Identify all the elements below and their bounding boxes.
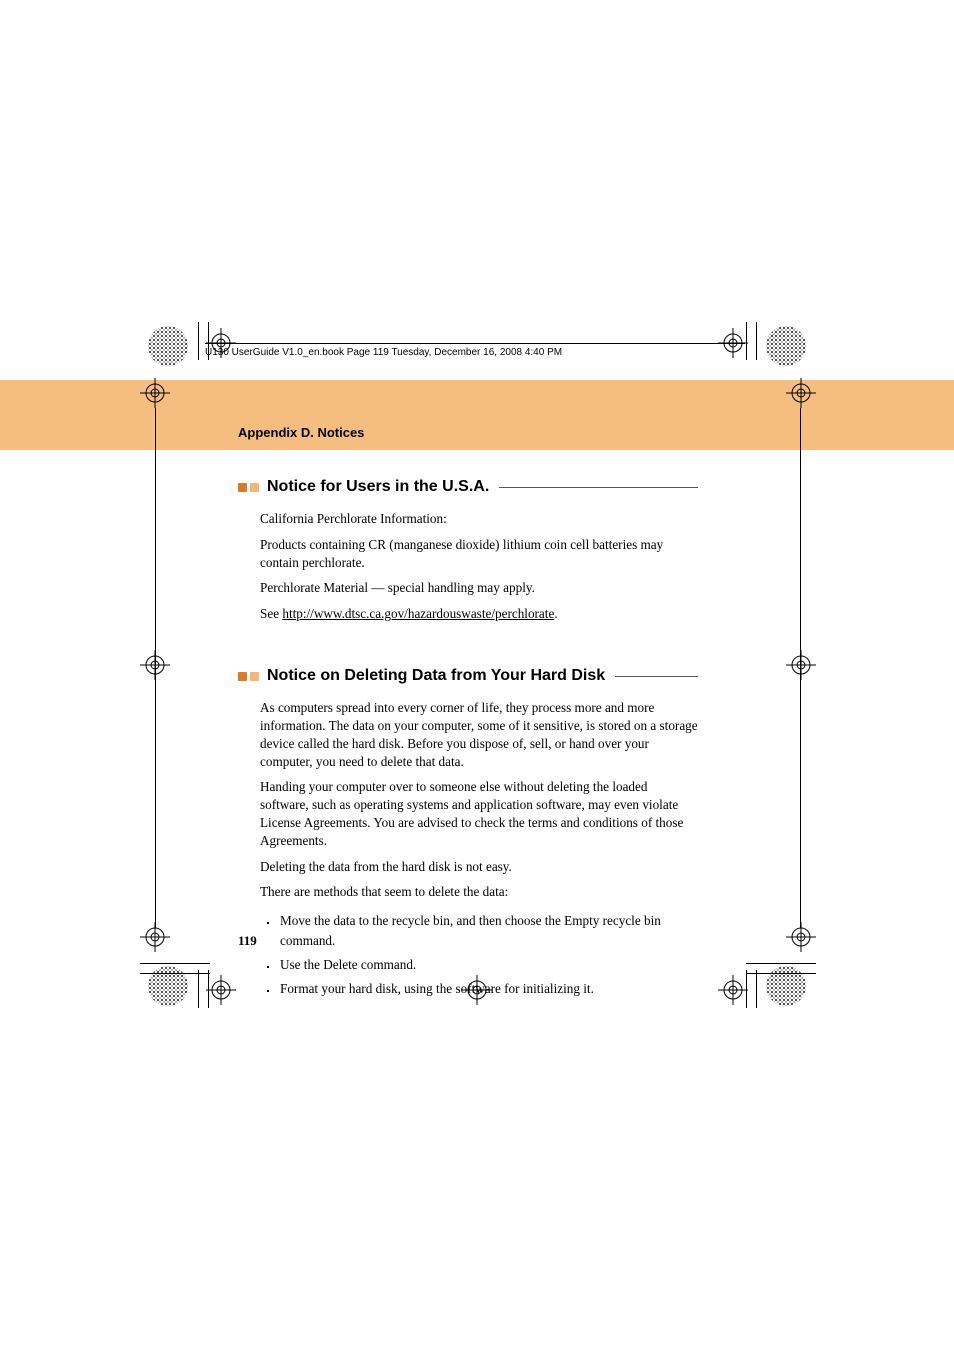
file-info-strip: U130 UserGuide V1.0_en.book Page 119 Tue… (205, 343, 745, 358)
crop-mark-icon (756, 970, 757, 1008)
list-item: Move the data to the recycle bin, and th… (278, 911, 698, 951)
registration-mark-icon (206, 328, 236, 358)
registration-mark-icon (206, 975, 236, 1005)
crop-mark-icon (198, 970, 199, 1008)
crop-mark-icon (746, 963, 816, 964)
section-bullet-squares-icon (238, 672, 259, 681)
crop-mark-icon (155, 408, 156, 928)
registration-mark-icon (718, 328, 748, 358)
registration-mark-icon (786, 650, 816, 680)
section-rule-icon (615, 676, 698, 677)
section-header: Notice for Users in the U.S.A. (238, 478, 698, 496)
content-area: Appendix D. Notices Notice for Users in … (238, 425, 698, 1002)
registration-mark-icon (718, 975, 748, 1005)
paragraph: Products containing CR (manganese dioxid… (260, 536, 698, 572)
page-root: U130 UserGuide V1.0_en.book Page 119 Tue… (0, 0, 954, 1350)
appendix-heading: Appendix D. Notices (238, 425, 698, 440)
crop-mark-icon (746, 973, 816, 974)
crop-mark-icon (800, 408, 801, 928)
registration-mark-icon (140, 378, 170, 408)
paragraph: Handing your computer over to someone el… (260, 778, 698, 849)
section-usa-notice: Notice for Users in the U.S.A. Californi… (238, 478, 698, 623)
section-title: Notice on Deleting Data from Your Hard D… (267, 667, 605, 685)
text: See (260, 606, 282, 621)
registration-mark-icon (786, 922, 816, 952)
section-rule-icon (499, 487, 698, 488)
paragraph: See http://www.dtsc.ca.gov/hazardouswast… (260, 605, 698, 623)
paragraph: There are methods that seem to delete th… (260, 883, 698, 901)
crop-mark-icon (756, 322, 757, 360)
crop-mark-icon (140, 973, 210, 974)
paragraph: Perchlorate Material — special handling … (260, 579, 698, 597)
paragraph: California Perchlorate Information: (260, 510, 698, 528)
section-title: Notice for Users in the U.S.A. (267, 478, 489, 496)
crop-mark-icon (140, 963, 210, 964)
registration-mark-icon (786, 378, 816, 408)
section-bullet-squares-icon (238, 483, 259, 492)
file-info-text: U130 UserGuide V1.0_en.book Page 119 Tue… (205, 347, 562, 358)
text: . (554, 606, 557, 621)
section-deleting-data: Notice on Deleting Data from Your Hard D… (238, 667, 698, 998)
page-number: 119 (238, 933, 257, 949)
section-header: Notice on Deleting Data from Your Hard D… (238, 667, 698, 685)
registration-mark-icon (462, 975, 492, 1005)
list-item: Use the Delete command. (278, 955, 698, 975)
crop-mark-icon (198, 322, 199, 360)
perchlorate-link[interactable]: http://www.dtsc.ca.gov/hazardouswaste/pe… (282, 606, 554, 621)
paragraph: Deleting the data from the hard disk is … (260, 858, 698, 876)
paragraph: As computers spread into every corner of… (260, 699, 698, 770)
